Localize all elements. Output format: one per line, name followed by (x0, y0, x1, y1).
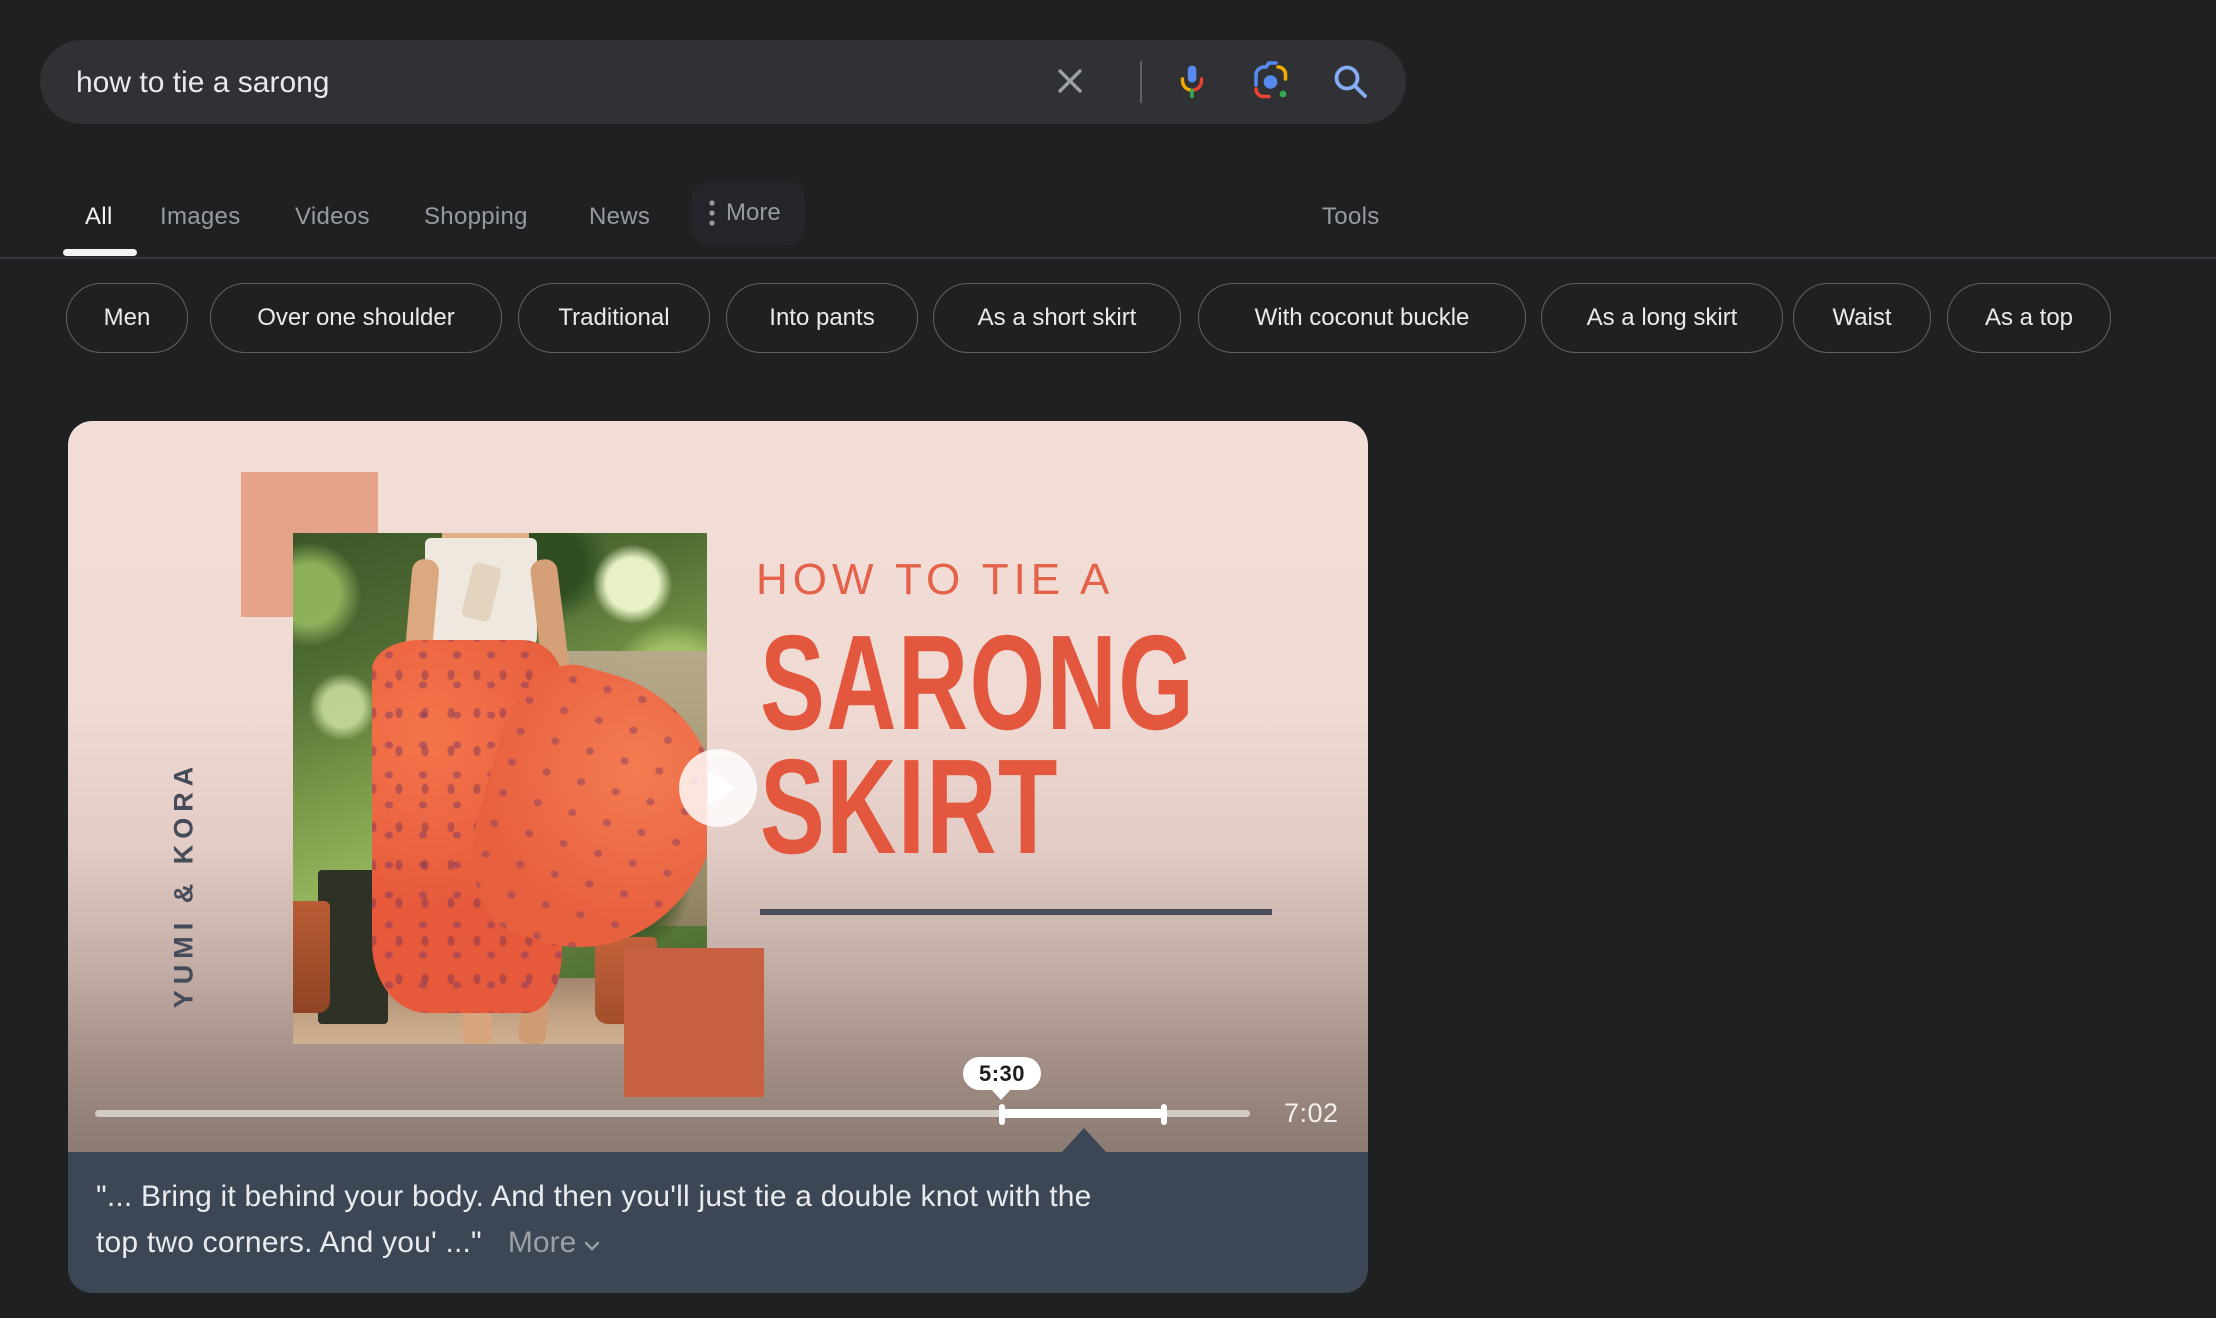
search-input[interactable] (74, 40, 1038, 126)
thumbnail-title-underline (760, 909, 1272, 915)
caption-pointer-notch (1062, 1128, 1106, 1152)
filter-chip-into-pants[interactable]: Into pants (726, 283, 918, 353)
chevron-down-icon (584, 1226, 600, 1260)
thumbnail-title-line2: SARONG (760, 615, 1195, 750)
filter-chip-over-one-shoulder[interactable]: Over one shoulder (210, 283, 502, 353)
thumbnail-title-line3: SKIRT (760, 739, 1059, 874)
play-button[interactable] (679, 749, 757, 827)
magnifier-icon (1328, 59, 1372, 106)
three-dot-vertical-icon (708, 197, 716, 229)
key-moment-segment[interactable] (1002, 1109, 1162, 1118)
brand-vertical-text: YUMI & KORA (169, 760, 200, 1008)
thumbnail-title-line1: HOW TO TIE A (756, 555, 1114, 605)
transcript-line1: "... Bring it behind your body. And then… (96, 1180, 1092, 1213)
caption-more-button[interactable]: More (508, 1226, 600, 1260)
filter-chip-traditional[interactable]: Traditional (518, 283, 710, 353)
voice-search-button[interactable] (1168, 58, 1216, 106)
filter-chip-as-a-top[interactable]: As a top (1947, 283, 2111, 353)
tab-videos[interactable]: Videos (295, 186, 370, 248)
tab-all[interactable]: All (85, 186, 113, 248)
tabs-divider (0, 257, 2216, 259)
video-duration: 7:02 (1284, 1098, 1339, 1129)
seek-time-tooltip: 5:30 (963, 1057, 1041, 1090)
search-bar-divider (1140, 61, 1142, 103)
clear-x-icon (1050, 61, 1090, 104)
video-transcript-snippet: "... Bring it behind your body. And then… (96, 1174, 1346, 1266)
google-lens-button[interactable] (1246, 58, 1294, 106)
google-lens-icon (1248, 59, 1292, 106)
tab-more-label: More (726, 199, 781, 227)
clear-search-button[interactable] (1046, 58, 1094, 106)
seek-tooltip-pointer (990, 1088, 1012, 1100)
key-moment-start-tick[interactable] (999, 1104, 1005, 1125)
thumbnail-orange-square (624, 948, 764, 1097)
transcript-line2: top two corners. And you' ..." (96, 1226, 482, 1259)
caption-more-label: More (508, 1226, 576, 1259)
tab-more[interactable]: More (692, 181, 805, 245)
video-thumbnail[interactable]: YUMI & KORA HOW TO TIE A SARONG SKIRT 5:… (68, 421, 1368, 1152)
google-voice-search-icon (1170, 59, 1214, 106)
tab-shopping[interactable]: Shopping (424, 186, 528, 248)
video-caption-bar: "... Bring it behind your body. And then… (68, 1152, 1368, 1293)
filter-chip-as-a-short-skirt[interactable]: As a short skirt (933, 283, 1181, 353)
filter-chip-waist[interactable]: Waist (1793, 283, 1931, 353)
search-bar (40, 40, 1406, 124)
active-tab-underline (63, 249, 137, 256)
photo-terracotta-pot-left (293, 901, 330, 1013)
filter-chip-men[interactable]: Men (66, 283, 188, 353)
search-submit-button[interactable] (1326, 58, 1374, 106)
play-triangle-icon (709, 771, 736, 805)
filter-chip-with-coconut-buckle[interactable]: With coconut buckle (1198, 283, 1526, 353)
video-result-card: YUMI & KORA HOW TO TIE A SARONG SKIRT 5:… (68, 421, 1368, 1293)
tab-news[interactable]: News (589, 186, 650, 248)
brand-vertical-text-wrap: YUMI & KORA (98, 749, 270, 1019)
filter-chip-as-a-long-skirt[interactable]: As a long skirt (1541, 283, 1783, 353)
google-search-results-page: { "search_bar": { "query": "how to tie a… (0, 0, 2216, 1318)
tab-images[interactable]: Images (160, 186, 241, 248)
tools-button[interactable]: Tools (1322, 186, 1380, 248)
key-moment-end-tick[interactable] (1161, 1104, 1167, 1125)
